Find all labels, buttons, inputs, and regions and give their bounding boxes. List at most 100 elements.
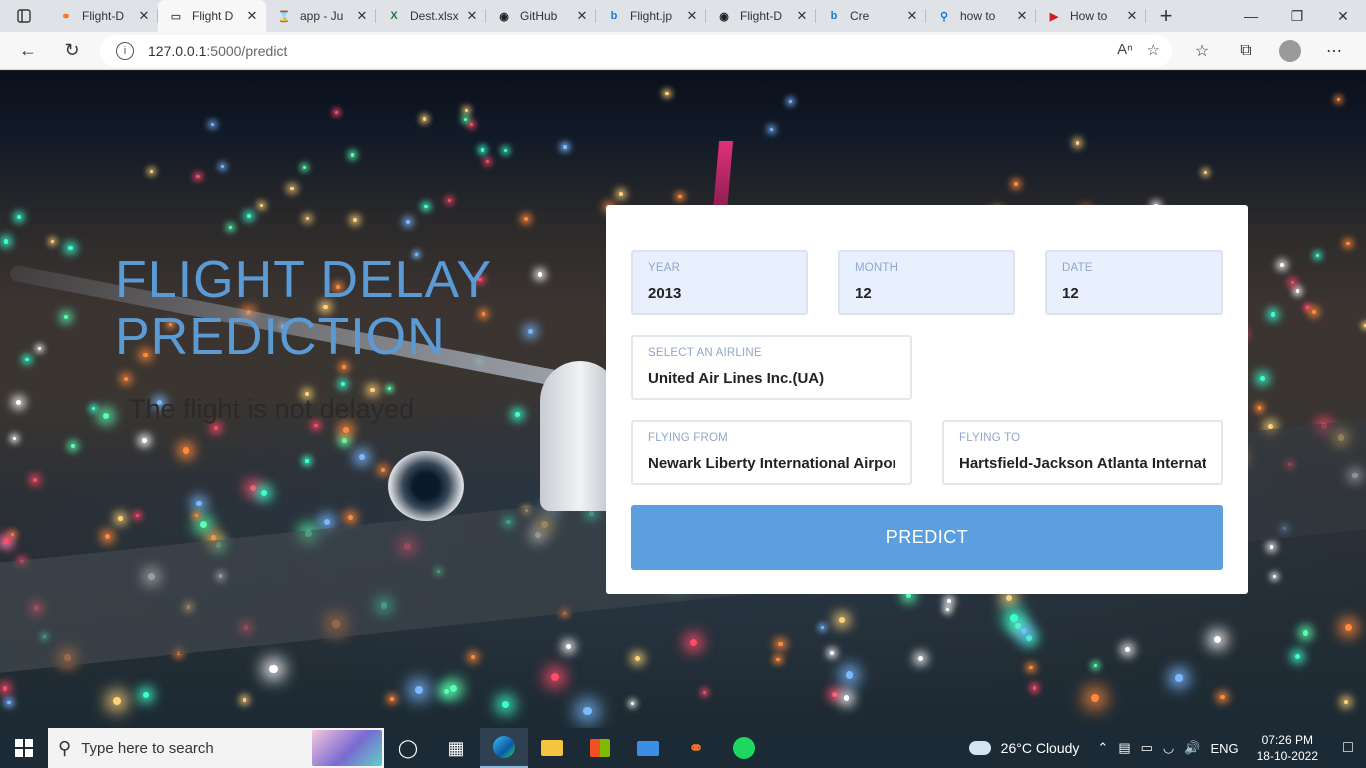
runway-light bbox=[104, 534, 110, 540]
battery-icon[interactable]: ▭ bbox=[1141, 740, 1153, 756]
runway-light bbox=[113, 697, 122, 706]
add-favorite-icon[interactable]: ☆ bbox=[1147, 41, 1160, 59]
search-icon: ⚲ bbox=[939, 10, 949, 23]
store-icon[interactable] bbox=[576, 728, 624, 768]
close-tab-icon[interactable]: ✕ bbox=[136, 8, 152, 24]
close-tab-icon[interactable]: ✕ bbox=[794, 8, 810, 24]
browser-tab[interactable]: ◉ GitHub ✕ bbox=[486, 0, 596, 32]
airline-select[interactable]: SELECT AN AIRLINE United Air Lines Inc.(… bbox=[631, 335, 912, 400]
browser-tab[interactable]: ▶ How to ✕ bbox=[1036, 0, 1146, 32]
runway-light bbox=[515, 412, 520, 417]
file-explorer-icon[interactable] bbox=[528, 728, 576, 768]
close-tab-icon[interactable]: ✕ bbox=[244, 8, 260, 24]
language-indicator[interactable]: ENG bbox=[1210, 741, 1238, 756]
runway-light bbox=[1020, 627, 1028, 635]
close-tab-icon[interactable]: ✕ bbox=[574, 8, 590, 24]
browser-toolbar: ☆ ⧉ ⋯ bbox=[1180, 35, 1356, 67]
runway-light bbox=[261, 490, 268, 496]
runway-light bbox=[1175, 674, 1183, 682]
close-tab-icon[interactable]: ✕ bbox=[904, 8, 920, 24]
predict-button[interactable]: PREDICT bbox=[631, 505, 1223, 570]
browser-tab[interactable]: b Flight.jp ✕ bbox=[596, 0, 706, 32]
back-button[interactable]: ← bbox=[10, 35, 46, 67]
browser-tab[interactable]: ⚲ how to ✕ bbox=[926, 0, 1036, 32]
tab-title: Flight-D bbox=[82, 9, 125, 23]
runway-light bbox=[1025, 634, 1032, 641]
mail-icon[interactable] bbox=[624, 728, 672, 768]
date-field[interactable]: DATE 12 bbox=[1045, 250, 1223, 315]
runway-light bbox=[565, 644, 571, 650]
clock[interactable]: 07:26 PM 18-10-2022 bbox=[1257, 732, 1318, 764]
destination-select[interactable]: FLYING TO Hartsfield-Jackson Atlanta Int… bbox=[942, 420, 1223, 485]
restore-button[interactable]: ❐ bbox=[1274, 0, 1320, 32]
origin-select[interactable]: FLYING FROM Newark Liberty International… bbox=[631, 420, 912, 485]
volume-icon[interactable]: 🔊 bbox=[1184, 740, 1200, 756]
close-tab-icon[interactable]: ✕ bbox=[1124, 8, 1140, 24]
runway-light bbox=[776, 657, 780, 662]
runway-light bbox=[1294, 654, 1301, 660]
favorites-icon[interactable]: ☆ bbox=[1180, 35, 1224, 67]
collections-icon[interactable]: ⧉ bbox=[1224, 35, 1268, 67]
runway-light bbox=[1344, 624, 1352, 632]
taskbar-search-box[interactable]: ⚲ Type here to search bbox=[48, 728, 384, 768]
runway-light bbox=[194, 513, 198, 517]
runway-light bbox=[343, 426, 349, 433]
profile-avatar[interactable] bbox=[1279, 40, 1301, 62]
close-window-button[interactable]: ✕ bbox=[1320, 0, 1366, 32]
notifications-icon[interactable]: □ bbox=[1330, 739, 1366, 757]
year-label: YEAR bbox=[648, 262, 681, 274]
runway-light bbox=[424, 204, 428, 209]
address-bar: ← ↻ i 127.0.0.1:5000/predict Aⁿ ☆ bbox=[0, 32, 1366, 70]
tab-actions-button[interactable] bbox=[0, 0, 48, 32]
browser-tab[interactable]: ⚭ Flight-D ✕ bbox=[48, 0, 158, 32]
runway-light bbox=[678, 194, 682, 199]
month-field[interactable]: MONTH 12 bbox=[838, 250, 1015, 315]
runway-light bbox=[387, 387, 391, 391]
browser-tab[interactable]: ◉ Flight-D ✕ bbox=[706, 0, 816, 32]
runway-light bbox=[405, 219, 410, 224]
show-hidden-icons[interactable]: ⌃ bbox=[1097, 740, 1108, 756]
cortana-icon[interactable]: ◯ bbox=[384, 728, 432, 768]
runway-light bbox=[142, 438, 147, 443]
runway-light bbox=[448, 199, 452, 203]
start-button[interactable] bbox=[0, 728, 48, 768]
month-label: MONTH bbox=[855, 262, 899, 274]
browser-tab[interactable]: ▭ Flight D ✕ bbox=[158, 0, 266, 32]
spotify-icon[interactable] bbox=[720, 728, 768, 768]
runway-light bbox=[1343, 699, 1349, 705]
task-view-icon[interactable]: ▦ bbox=[432, 728, 480, 768]
site-info-icon[interactable]: i bbox=[116, 42, 134, 60]
runway-light bbox=[10, 532, 14, 536]
jupyter-app-icon[interactable]: ⚭ bbox=[672, 728, 720, 768]
close-tab-icon[interactable]: ✕ bbox=[684, 8, 700, 24]
wifi-icon[interactable]: ◡ bbox=[1163, 740, 1174, 756]
bing-icon: b bbox=[610, 10, 618, 22]
browser-tab[interactable]: ⌛ app - Ju ✕ bbox=[266, 0, 376, 32]
runway-light bbox=[71, 443, 76, 448]
close-tab-icon[interactable]: ✕ bbox=[464, 8, 480, 24]
new-tab-button[interactable]: + bbox=[1146, 3, 1186, 29]
search-icon: ⚲ bbox=[58, 737, 72, 758]
close-tab-icon[interactable]: ✕ bbox=[1014, 8, 1030, 24]
browser-tab[interactable]: X Dest.xlsx ✕ bbox=[376, 0, 486, 32]
read-aloud-icon[interactable]: Aⁿ bbox=[1117, 41, 1132, 59]
refresh-button[interactable]: ↻ bbox=[54, 35, 90, 67]
runway-light bbox=[63, 314, 69, 320]
runway-light bbox=[213, 425, 219, 431]
minimize-button[interactable]: — bbox=[1228, 0, 1274, 32]
url-field[interactable]: i 127.0.0.1:5000/predict Aⁿ ☆ bbox=[100, 35, 1172, 67]
year-field[interactable]: YEAR 2013 bbox=[631, 250, 808, 315]
tab-title: Dest.xlsx bbox=[410, 9, 459, 23]
meet-now-icon[interactable]: ▤ bbox=[1118, 740, 1130, 756]
edge-icon[interactable] bbox=[480, 728, 528, 768]
hourglass-icon: ⌛ bbox=[277, 10, 291, 23]
weather-widget[interactable]: 26°C Cloudy bbox=[968, 740, 1079, 756]
runway-light bbox=[1010, 614, 1018, 622]
browser-tab[interactable]: b Cre ✕ bbox=[816, 0, 926, 32]
runway-light bbox=[1270, 312, 1276, 317]
tab-actions-icon bbox=[17, 9, 31, 23]
more-menu-icon[interactable]: ⋯ bbox=[1312, 35, 1356, 67]
close-tab-icon[interactable]: ✕ bbox=[354, 8, 370, 24]
runway-light bbox=[182, 447, 189, 454]
runway-light bbox=[830, 651, 834, 655]
